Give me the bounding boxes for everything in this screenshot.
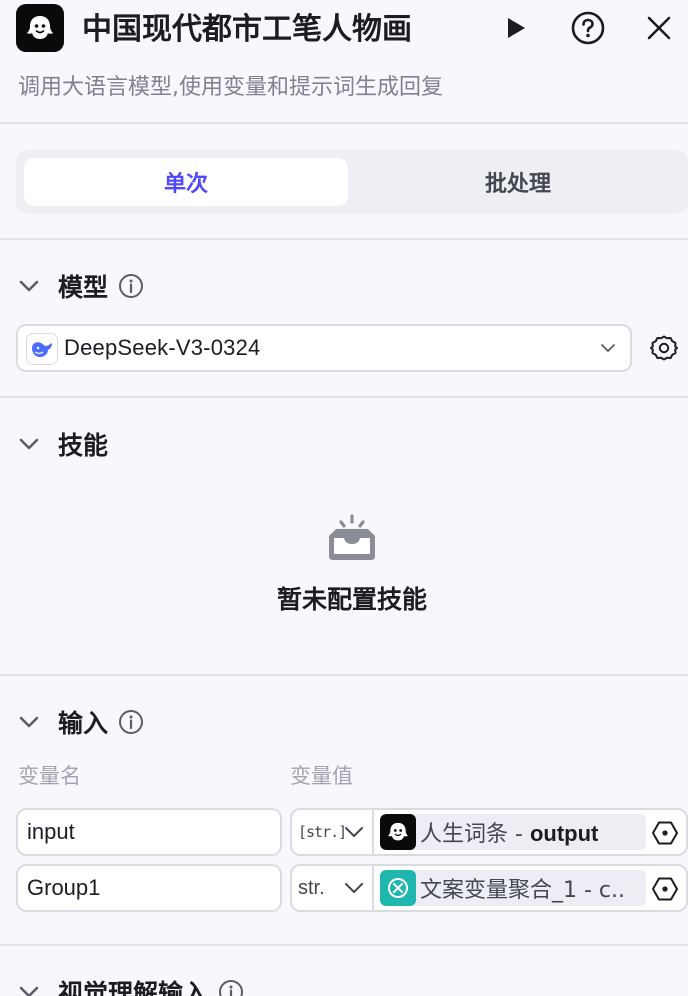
- model-select[interactable]: DeepSeek-V3-0324: [16, 324, 632, 372]
- divider: [0, 944, 688, 946]
- section-skills-label: 技能: [58, 431, 109, 460]
- chevron-down-icon[interactable]: [18, 981, 40, 996]
- column-header-value: 变量值: [290, 764, 353, 788]
- reference-label: 文案变量聚合_1 - c..: [420, 872, 625, 904]
- variable-name-input[interactable]: Group1: [16, 864, 282, 912]
- deepseek-logo-icon: [26, 333, 58, 365]
- variable-reference-chip[interactable]: 文案变量聚合_1 - c..: [380, 870, 646, 906]
- node-description: 调用大语言模型,使用变量和提示词生成回复: [18, 75, 443, 100]
- variable-type-label: [str.]: [298, 823, 347, 841]
- chevron-down-icon[interactable]: [344, 824, 364, 840]
- node-header: 中国现代都市工笔人物画 调用大语言模型,使用变量和提示词生成回复: [0, 0, 688, 124]
- bot-logo-icon: [380, 814, 416, 850]
- variable-aggregate-icon: [380, 870, 416, 906]
- variable-type-label: str.: [298, 876, 325, 899]
- reference-node-name: 人生词条 -: [420, 822, 530, 847]
- variable-reference-hexagon-icon[interactable]: [652, 820, 678, 846]
- selected-model-name: DeepSeek-V3-0324: [64, 335, 261, 360]
- section-model-label: 模型: [58, 273, 109, 302]
- divider: [0, 238, 688, 240]
- section-vision-input-header[interactable]: 视觉理解输入: [18, 972, 244, 996]
- reference-field-name: output: [529, 821, 599, 846]
- chevron-down-icon[interactable]: [344, 880, 364, 896]
- chevron-down-icon[interactable]: [18, 711, 40, 733]
- divider: [0, 396, 688, 398]
- info-icon[interactable]: [118, 709, 144, 735]
- variable-reference-hexagon-icon[interactable]: [652, 876, 678, 902]
- run-mode-switch: 单次 批处理: [16, 150, 688, 214]
- tab-batch[interactable]: 批处理: [356, 158, 680, 206]
- divider: [0, 674, 688, 676]
- help-icon[interactable]: [570, 10, 606, 46]
- section-input-label: 输入: [58, 709, 109, 738]
- close-icon[interactable]: [641, 10, 677, 46]
- node-title: 中国现代都市工笔人物画: [82, 12, 412, 47]
- column-header-name: 变量名: [18, 764, 81, 788]
- section-vision-input-label: 视觉理解输入: [58, 979, 209, 996]
- reference-label: 人生词条 - output: [420, 816, 598, 848]
- info-icon[interactable]: [118, 273, 144, 299]
- reference-node-name: 文案变量聚合_1 - c..: [420, 878, 626, 903]
- variable-type-select[interactable]: str.: [292, 866, 374, 910]
- empty-inbox-icon: [322, 512, 382, 568]
- tab-single[interactable]: 单次: [24, 158, 348, 206]
- variable-value-field: str. 文案变量聚合_1 - c..: [290, 864, 688, 912]
- bot-logo-icon: [16, 4, 64, 52]
- model-settings-gear-icon[interactable]: [650, 334, 678, 362]
- section-input-header[interactable]: 输入: [18, 702, 144, 742]
- skills-empty-text: 暂未配置技能: [276, 585, 427, 614]
- variable-reference-chip[interactable]: 人生词条 - output: [380, 814, 646, 850]
- info-icon[interactable]: [218, 979, 244, 996]
- chevron-down-icon[interactable]: [18, 275, 40, 297]
- variable-type-select[interactable]: [str.]: [292, 810, 374, 854]
- section-model-header[interactable]: 模型: [18, 266, 144, 306]
- chevron-down-icon[interactable]: [600, 340, 616, 356]
- section-skills-header[interactable]: 技能: [18, 424, 108, 464]
- play-icon[interactable]: [498, 10, 534, 46]
- chevron-down-icon[interactable]: [18, 433, 40, 455]
- variable-name-input[interactable]: input: [16, 808, 282, 856]
- variable-value-field: [str.] 人生词条 - output: [290, 808, 688, 856]
